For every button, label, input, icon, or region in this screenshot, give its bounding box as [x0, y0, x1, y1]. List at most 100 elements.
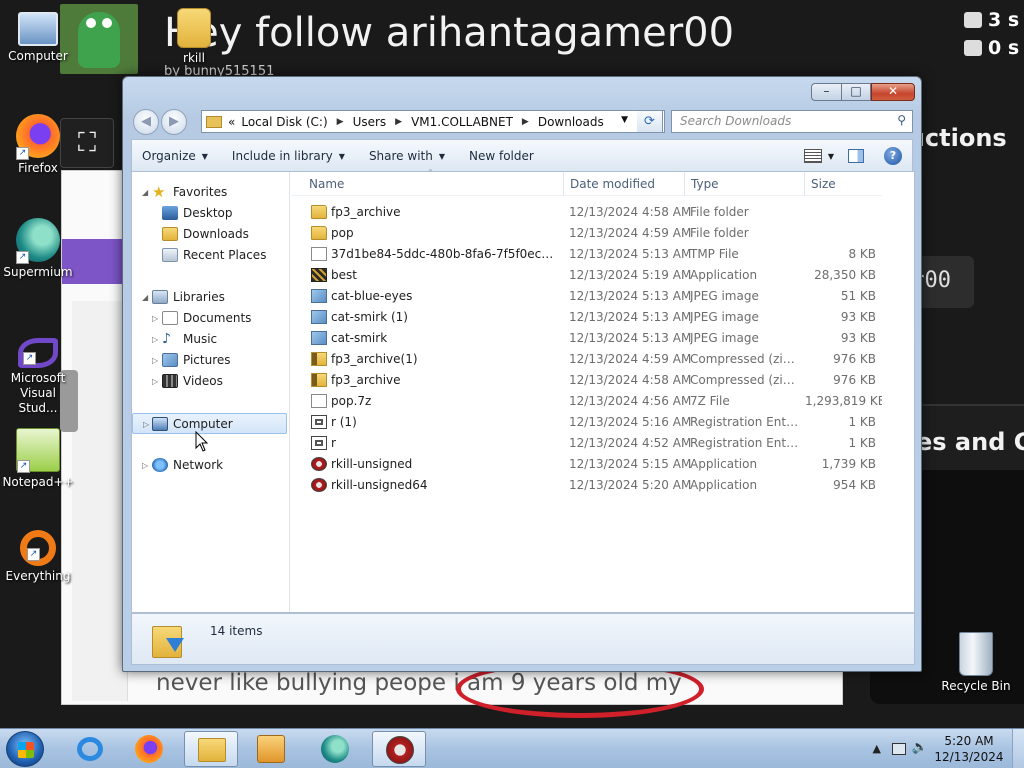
file-row[interactable]: fp3_archive(1) 12/13/2024 4:59 AM Compress…: [291, 349, 891, 370]
forward-button[interactable]: ▶: [161, 109, 187, 135]
show-desktop-button[interactable]: [1012, 729, 1024, 768]
file-row[interactable]: cat-blue-eyes 12/13/2024 5:13 AM JPEG imag…: [291, 286, 891, 307]
desktop-icon-firefox[interactable]: ↗ Firefox: [0, 114, 76, 176]
breadcrumb-arrow-icon[interactable]: ▶: [337, 117, 344, 127]
new-folder-button[interactable]: New folder: [459, 144, 548, 168]
search-icon[interactable]: ⚲: [897, 113, 906, 127]
breadcrumb-arrow-icon[interactable]: ▶: [395, 117, 402, 127]
address-dropdown-icon[interactable]: ▼: [621, 115, 628, 125]
file-type: Registration Entries: [690, 436, 802, 450]
taskbar-firefox[interactable]: [122, 731, 176, 767]
address-bar[interactable]: « Local Disk (C:) ▶ Users ▶ VM1.COLLABNE…: [201, 110, 665, 133]
view-options-dropdown-icon[interactable]: ▼: [828, 152, 834, 161]
breadcrumb-vm1-collabnet[interactable]: VM1.COLLABNET: [411, 115, 513, 129]
file-name: best: [331, 268, 357, 282]
taskbar-windows-explorer[interactable]: [184, 731, 238, 767]
include-in-library-menu[interactable]: Include in library ▼: [222, 144, 359, 168]
expand-arrow-icon[interactable]: ▷: [152, 350, 158, 371]
nav-item-videos[interactable]: ▷ Videos: [132, 371, 289, 392]
refresh-button[interactable]: ⟳: [637, 110, 663, 133]
close-button[interactable]: ✕: [871, 83, 915, 101]
volume-muted-icon[interactable]: 🔈: [912, 740, 928, 755]
expand-arrow-icon[interactable]: ▷: [152, 329, 158, 350]
organize-menu[interactable]: Organize ▼: [132, 144, 222, 168]
file-row[interactable]: cat-smirk 12/13/2024 5:13 AM JPEG image 93 …: [291, 328, 891, 349]
folder-icon: [198, 738, 226, 762]
column-header-date[interactable]: Date modified: [564, 172, 685, 196]
preview-pane-icon[interactable]: [848, 149, 864, 163]
expand-arrow-icon[interactable]: ▷: [152, 308, 158, 329]
zip-file-icon: [311, 373, 327, 387]
nav-item-computer[interactable]: ▷ Computer: [132, 413, 287, 434]
nav-item-libraries[interactable]: ◢ Libraries: [132, 287, 289, 308]
file-type: Compressed (zipp...: [690, 373, 802, 387]
column-header-size[interactable]: Size: [805, 172, 885, 196]
desktop-icon-everything[interactable]: ↗ Everything: [0, 530, 76, 584]
desktop-icon-computer[interactable]: Computer: [0, 8, 76, 64]
nav-item-desktop[interactable]: Desktop: [132, 203, 289, 224]
file-row[interactable]: rkill-unsigned64 12/13/2024 5:20 AM Applic…: [291, 475, 891, 496]
search-input[interactable]: Search Downloads ⚲: [671, 110, 913, 133]
file-list[interactable]: ⌃ Name Date modified Type Size fp3_archi…: [291, 168, 914, 612]
file-type: Registration Entries: [690, 415, 802, 429]
file-size: 1 KB: [848, 436, 876, 450]
file-row[interactable]: pop 12/13/2024 4:59 AM File folder: [291, 223, 891, 244]
start-button[interactable]: [6, 731, 44, 767]
file-row[interactable]: best 12/13/2024 5:19 AM Application 28,350 …: [291, 265, 891, 286]
column-header-name[interactable]: Name: [303, 172, 564, 196]
breadcrumb-local-disk[interactable]: Local Disk (C:): [241, 115, 327, 129]
change-view-icon[interactable]: [803, 149, 822, 163]
desktop-icon-recycle-bin[interactable]: Recycle Bin: [936, 632, 1016, 694]
file-row[interactable]: 37d1be84-5ddc-480b-8fa6-7f5f0ec01c9d....…: [291, 244, 891, 265]
file-row[interactable]: r 12/13/2024 4:52 AM Registration Entries 1…: [291, 433, 891, 454]
expand-arrow-icon[interactable]: ▷: [152, 371, 158, 392]
navigation-pane: ◢ ★ Favorites Desktop Downloads Recent P…: [132, 172, 290, 612]
expand-arrow-icon[interactable]: ◢: [142, 287, 148, 308]
desktop-icon-visual-studio[interactable]: ↗ Microsoft Visual Stud...: [0, 330, 76, 416]
file-row[interactable]: fp3_archive 12/13/2024 4:58 AM File folder: [291, 202, 891, 223]
file-row[interactable]: cat-smirk (1) 12/13/2024 5:13 AM JPEG imag…: [291, 307, 891, 328]
desktop-icon-label: Microsoft Visual Stud...: [10, 371, 66, 415]
file-row[interactable]: fp3_archive 12/13/2024 4:58 AM Compressed …: [291, 370, 891, 391]
show-hidden-icons-arrow[interactable]: ▲: [873, 742, 881, 755]
desktop-icon-rkill[interactable]: rkill: [156, 8, 232, 66]
file-size: 976 KB: [833, 373, 876, 387]
breadcrumb-users[interactable]: Users: [353, 115, 387, 129]
network-tray-icon[interactable]: [892, 743, 906, 755]
taskbar-rkill[interactable]: [372, 731, 426, 767]
maximize-button[interactable]: □: [841, 83, 871, 101]
share-with-menu[interactable]: Share with ▼: [359, 144, 459, 168]
expand-arrow-icon[interactable]: ◢: [142, 182, 148, 203]
explorer-window[interactable]: – □ ✕ ◀ ▶ « Local Disk (C:) ▶ Users ▶ VM…: [122, 76, 922, 672]
file-row[interactable]: pop.7z 12/13/2024 4:56 AM 7Z File 1,293,819…: [291, 391, 891, 412]
breadcrumb-downloads[interactable]: Downloads: [538, 115, 604, 129]
expand-arrow-icon[interactable]: ▷: [142, 455, 148, 476]
column-header-type[interactable]: Type: [685, 172, 805, 196]
nav-item-label: Documents: [183, 311, 252, 325]
file-name: fp3_archive: [331, 205, 401, 219]
taskbar-internet-explorer[interactable]: [62, 731, 116, 767]
breadcrumb-arrow-icon[interactable]: ▶: [522, 117, 529, 127]
taskbar-media-player[interactable]: [244, 731, 298, 767]
minimize-button[interactable]: –: [811, 83, 841, 101]
stream-title: Hey follow arihantagamer00: [164, 10, 735, 56]
nav-item-downloads[interactable]: Downloads: [132, 224, 289, 245]
file-row[interactable]: rkill-unsigned 12/13/2024 5:15 AM Applicat…: [291, 454, 891, 475]
system-clock[interactable]: 5:20 AM 12/13/2024: [934, 733, 1004, 765]
file-row[interactable]: r (1) 12/13/2024 5:16 AM Registration Entr…: [291, 412, 891, 433]
help-icon[interactable]: ?: [884, 147, 902, 165]
taskbar-supermium[interactable]: [308, 731, 362, 767]
stat-value: 3 s: [988, 9, 1020, 31]
desktop-icon-supermium[interactable]: ↗ Supermium: [0, 218, 76, 280]
desktop-icon-notepadpp[interactable]: ↗ Notepad++: [0, 428, 76, 490]
nav-item-music[interactable]: ▷ ♪ Music: [132, 329, 289, 350]
expand-arrow-icon[interactable]: ▷: [143, 414, 149, 435]
back-button[interactable]: ◀: [133, 109, 159, 135]
nav-item-favorites[interactable]: ◢ ★ Favorites: [132, 182, 289, 203]
address-history-chevron[interactable]: «: [228, 115, 235, 129]
nav-item-recent-places[interactable]: Recent Places: [132, 245, 289, 266]
nav-item-pictures[interactable]: ▷ Pictures: [132, 350, 289, 371]
nav-item-documents[interactable]: ▷ Documents: [132, 308, 289, 329]
nav-item-network[interactable]: ▷ Network: [132, 455, 289, 476]
folder-icon: [206, 115, 222, 128]
